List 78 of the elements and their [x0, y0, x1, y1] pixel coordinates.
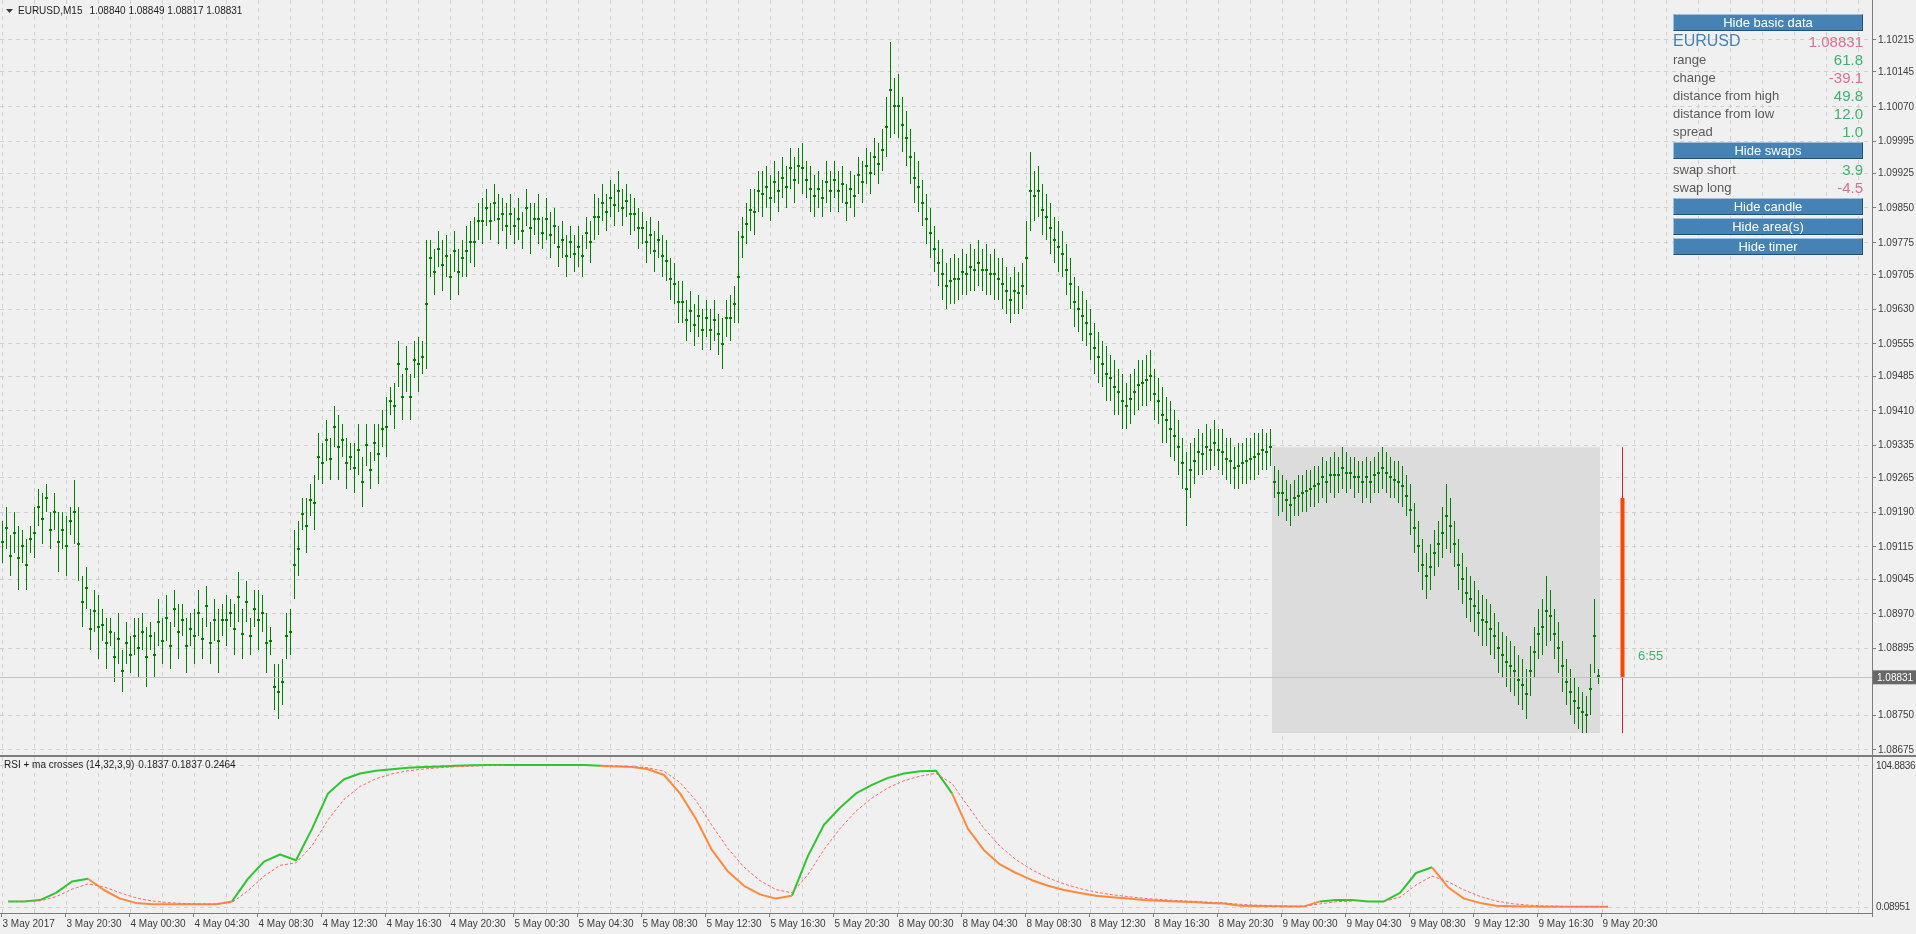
stat-label: spread	[1673, 123, 1713, 139]
stat-value: -4.5	[1837, 178, 1863, 196]
price-label: 1.08895	[1878, 642, 1915, 654]
time-label: 4 May 16:30	[386, 918, 442, 929]
panel-button[interactable]: Hide timer	[1673, 238, 1863, 255]
price-label: 1.09410	[1878, 404, 1915, 416]
price-label: 1.08750	[1878, 709, 1915, 721]
stat-label: swap long	[1673, 179, 1732, 195]
time-label: 9 May 04:30	[1346, 918, 1402, 929]
time-label: 5 May 04:30	[578, 918, 634, 929]
price-label: 1.09850	[1878, 202, 1915, 213]
price-label: 1.10215	[1878, 33, 1915, 45]
time-label: 5 May 20:30	[834, 918, 890, 929]
indicator-values: 0.1837 0.1837 0.2464	[138, 759, 236, 771]
price-label: 1.10070	[1878, 100, 1915, 112]
stat-label: swap short	[1673, 161, 1736, 177]
current-price-label: 1.08831	[1873, 670, 1916, 685]
time-label: 5 May 00:30	[514, 918, 570, 929]
price-label: 1.09115	[1878, 540, 1914, 552]
time-label: 8 May 20:30	[1218, 918, 1274, 929]
time-label: 3 May 2017	[2, 918, 55, 929]
price-label: 1.09630	[1878, 303, 1915, 315]
price-label: 1.09995	[1878, 135, 1915, 147]
stat-label: distance from low	[1673, 105, 1775, 121]
price-value: 1.08831	[1808, 32, 1863, 50]
price-label: 1.09555	[1878, 338, 1915, 349]
time-label: 8 May 16:30	[1154, 918, 1210, 929]
chart-symbol: EURUSD,M15	[18, 5, 83, 17]
time-label: 4 May 08:30	[258, 918, 314, 929]
stat-label: range	[1673, 51, 1707, 67]
scale-label: 104.8836	[1876, 759, 1916, 771]
time-label: 3 May 20:30	[66, 918, 122, 929]
time-label: 4 May 20:30	[450, 918, 506, 929]
price-label: 1.08970	[1878, 607, 1915, 619]
time-label: 4 May 04:30	[194, 918, 250, 929]
panel-button[interactable]: Hide swaps	[1673, 142, 1863, 159]
price-label: 1.09925	[1878, 167, 1915, 179]
time-label: 8 May 04:30	[962, 918, 1018, 929]
time-label: 5 May 08:30	[642, 918, 698, 929]
price-label: 1.10145	[1878, 65, 1915, 77]
indicator-name: RSI + ma crosses (14,32,3,9)	[4, 759, 135, 771]
price-label: 1.09045	[1878, 573, 1915, 585]
time-label: 5 May 16:30	[770, 918, 826, 929]
ref-line-label: 1.08831	[1877, 671, 1914, 683]
price-label: 1.09335	[1878, 439, 1915, 451]
time-label: 8 May 00:30	[898, 918, 954, 929]
stat-value: -39.1	[1828, 68, 1863, 86]
time-label: 4 May 00:30	[130, 918, 186, 929]
time-label: 9 May 00:30	[1282, 918, 1338, 929]
panel-button[interactable]: Hide basic data	[1673, 14, 1863, 31]
symbol-name: EURUSD	[1673, 32, 1741, 50]
stat-label: distance from high	[1673, 87, 1780, 103]
time-label: 5 May 12:30	[706, 918, 762, 929]
panel-button[interactable]: Hide candle	[1673, 198, 1863, 215]
timer-text: 6:55	[1638, 647, 1664, 663]
stat-value: 3.9	[1842, 160, 1863, 178]
time-label: 8 May 08:30	[1026, 918, 1082, 929]
time-label: 4 May 12:30	[322, 918, 378, 929]
time-label: 9 May 16:30	[1538, 918, 1594, 929]
stat-label: change	[1673, 69, 1716, 85]
price-label: 1.09265	[1878, 471, 1915, 483]
stat-value: 61.8	[1833, 50, 1863, 68]
price-quotes: 1.08840 1.08849 1.08817 1.08831	[89, 5, 243, 17]
time-label: 9 May 12:30	[1474, 918, 1530, 929]
scale-label: 0.08951	[1876, 901, 1911, 913]
time-label: 8 May 12:30	[1090, 918, 1146, 929]
time-label: 9 May 20:30	[1602, 918, 1658, 929]
stat-value: 1.0	[1842, 122, 1863, 140]
price-label: 1.08675	[1878, 743, 1915, 755]
price-label: 1.09775	[1878, 236, 1915, 248]
price-label: 1.09485	[1878, 370, 1915, 382]
price-label: 1.09705	[1878, 268, 1915, 280]
stat-value: 12.0	[1833, 104, 1863, 122]
stat-value: 49.8	[1833, 86, 1863, 104]
time-label: 9 May 08:30	[1410, 918, 1466, 929]
panel-button[interactable]: Hide area(s)	[1673, 218, 1863, 235]
caret-icon[interactable]	[6, 9, 13, 13]
price-label: 1.09190	[1878, 506, 1915, 518]
